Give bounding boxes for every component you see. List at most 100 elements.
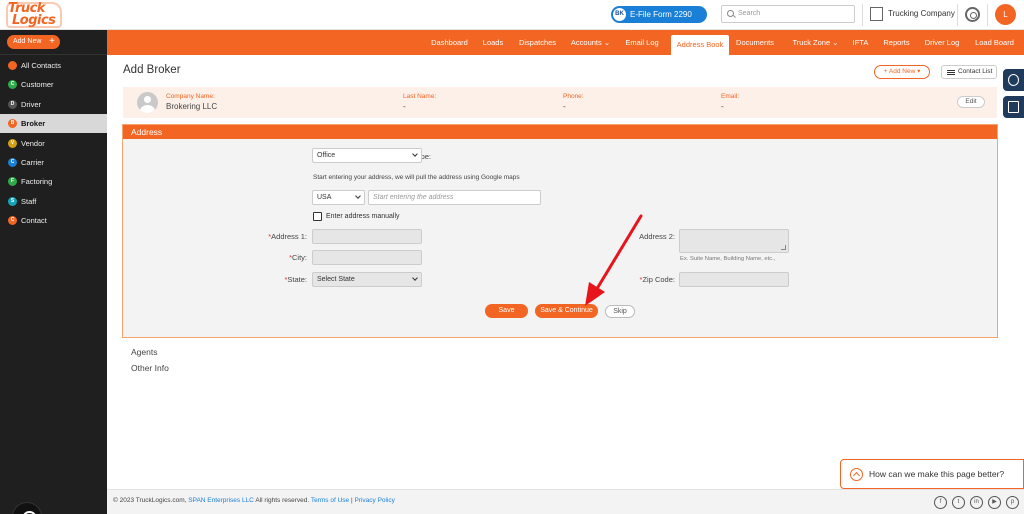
footer: © 2023 TruckLogics.com, SPAN Enterprises… [107, 489, 1024, 514]
main-nav: Dashboard Loads Dispatches Accounts ⌄ Email … [107, 30, 1024, 55]
chevron-down-icon [412, 151, 418, 157]
nav-tab-driver-log[interactable]: Driver Log [922, 30, 962, 55]
chat-icon[interactable] [12, 502, 42, 514]
user-avatar[interactable]: L [995, 4, 1016, 25]
topbar-divider [957, 4, 958, 26]
contact-list-button[interactable]: Contact List [941, 65, 997, 79]
manual-address-label: Enter address manually [326, 213, 400, 220]
contact-type-icon: S [8, 196, 17, 206]
add-new-dropdown[interactable]: + Add New ▾ [874, 65, 930, 79]
sidebar: Add New + All Contacts C Customer D Driver B B… [0, 30, 107, 514]
privacy-link[interactable]: Privacy Policy [354, 497, 394, 504]
sidebar-item-contact[interactable]: C Contact [0, 211, 107, 230]
sidebar-item-label: Broker [21, 119, 46, 129]
sidebar-divider [0, 54, 107, 55]
contact-type-icon: D [8, 99, 17, 109]
sidebar-item-vendor[interactable]: V Vendor [0, 134, 107, 153]
save-button[interactable]: Save [485, 304, 528, 318]
nav-tab-ifta[interactable]: IFTA [848, 30, 873, 55]
rights-text: All rights reserved. [253, 497, 311, 504]
address-panel: Address *Address Type: Office Start ente… [122, 124, 998, 338]
efile-2290-button[interactable]: BK E-File Form 2290 Now [611, 6, 707, 36]
nav-tab-truck-zone[interactable]: Truck Zone ⌄ [788, 30, 843, 55]
chevron-down-icon [412, 275, 418, 281]
sidebar-item-label: Staff [21, 196, 37, 206]
building-icon [870, 7, 883, 21]
sidebar-item-label: Vendor [21, 138, 45, 148]
avatar [137, 92, 158, 113]
company-name-label: Company Name: [166, 93, 215, 100]
address-search-input[interactable]: Start entering the address [368, 190, 541, 205]
add-new-button[interactable]: Add New + [7, 35, 60, 49]
company-name-value: Brokering LLC [166, 102, 218, 111]
sidebar-item-driver[interactable]: D Driver [0, 95, 107, 114]
feedback-text: How can we make this page better? [869, 469, 1005, 479]
address1-input[interactable] [312, 229, 422, 244]
zip-input[interactable] [679, 272, 789, 287]
state-select[interactable]: Select State [312, 272, 422, 287]
linkedin-icon[interactable]: in [970, 496, 983, 509]
nav-tab-load-board[interactable]: Load Board [971, 30, 1018, 55]
address1-label: *Address 1: [268, 232, 307, 241]
address2-hint: Ex. Suite Name, Building Name, etc., [680, 256, 776, 262]
last-name-value: - [403, 102, 406, 111]
facebook-icon[interactable]: f [934, 496, 947, 509]
sidebar-item-factoring[interactable]: F Factoring [0, 172, 107, 191]
terms-link[interactable]: Terms of Use [311, 497, 349, 504]
phone-label: Phone: [563, 93, 584, 100]
other-info-section[interactable]: Other Info [131, 363, 169, 373]
sidebar-item-label: Contact [21, 216, 47, 226]
sidebar-item-label: Customer [21, 80, 54, 90]
company-link[interactable]: SPAN Enterprises LLC [188, 497, 254, 504]
topbar-divider [862, 4, 863, 26]
notes-side-tab[interactable] [1003, 96, 1024, 118]
nav-tab-loads[interactable]: Loads [480, 30, 506, 55]
chevron-down-icon [355, 193, 361, 199]
sidebar-item-broker[interactable]: B Broker [0, 114, 107, 134]
nav-tab-address-book[interactable]: Address Book [671, 35, 729, 55]
efile-badge-icon: BK [613, 8, 626, 21]
city-input[interactable] [312, 250, 422, 265]
contact-type-icon: V [8, 138, 17, 148]
gear-icon[interactable] [965, 7, 980, 22]
search-input[interactable]: Search [721, 5, 855, 23]
contact-type-icon: C [8, 80, 17, 90]
search-icon [727, 10, 734, 17]
contact-type-icon: C [8, 216, 17, 226]
annotation-arrow [585, 214, 643, 306]
nav-tab-dispatches[interactable]: Dispatches [515, 30, 560, 55]
trucklogics-logo[interactable]: Truck Logics [6, 1, 62, 28]
address-type-value: Office [317, 152, 336, 159]
state-value: Select State [317, 276, 355, 283]
twitter-icon[interactable]: t [952, 496, 965, 509]
address-header: Address [123, 125, 997, 139]
address2-textarea[interactable] [679, 229, 789, 253]
sidebar-item-label: Driver [21, 99, 41, 109]
edit-button[interactable]: Edit [957, 96, 985, 108]
nav-tab-documents[interactable]: Documents [733, 30, 777, 55]
contact-list-label: Contact List [958, 68, 993, 75]
sidebar-item-staff[interactable]: S Staff [0, 192, 107, 211]
state-label: *State: [284, 275, 307, 284]
top-bar: Truck Logics BK E-File Form 2290 Now Sea… [0, 0, 1024, 36]
sidebar-item-all-contacts[interactable]: All Contacts [0, 56, 107, 75]
manual-address-checkbox[interactable] [313, 212, 322, 221]
add-new-label: Add New [13, 38, 42, 45]
company-switcher[interactable]: Trucking Company [870, 7, 955, 21]
agents-section[interactable]: Agents [131, 347, 157, 357]
youtube-icon[interactable]: ▶ [988, 496, 1001, 509]
support-icon [1008, 74, 1019, 86]
nav-tab-dashboard[interactable]: Dashboard [429, 30, 470, 55]
feedback-widget[interactable]: How can we make this page better? [840, 459, 1024, 489]
nav-tab-reports[interactable]: Reports [879, 30, 914, 55]
pinterest-icon[interactable]: p [1006, 496, 1019, 509]
nav-tab-accounts[interactable]: Accounts ⌄ [567, 30, 614, 55]
nav-tab-email-log[interactable]: Email Log [622, 30, 662, 55]
address-type-select[interactable]: Office [312, 148, 422, 163]
support-side-tab[interactable] [1003, 69, 1024, 91]
country-select[interactable]: USA [312, 190, 365, 205]
sidebar-item-carrier[interactable]: C Carrier [0, 153, 107, 172]
city-label: *City: [289, 253, 307, 262]
email-value: - [721, 102, 724, 111]
sidebar-item-customer[interactable]: C Customer [0, 75, 107, 94]
